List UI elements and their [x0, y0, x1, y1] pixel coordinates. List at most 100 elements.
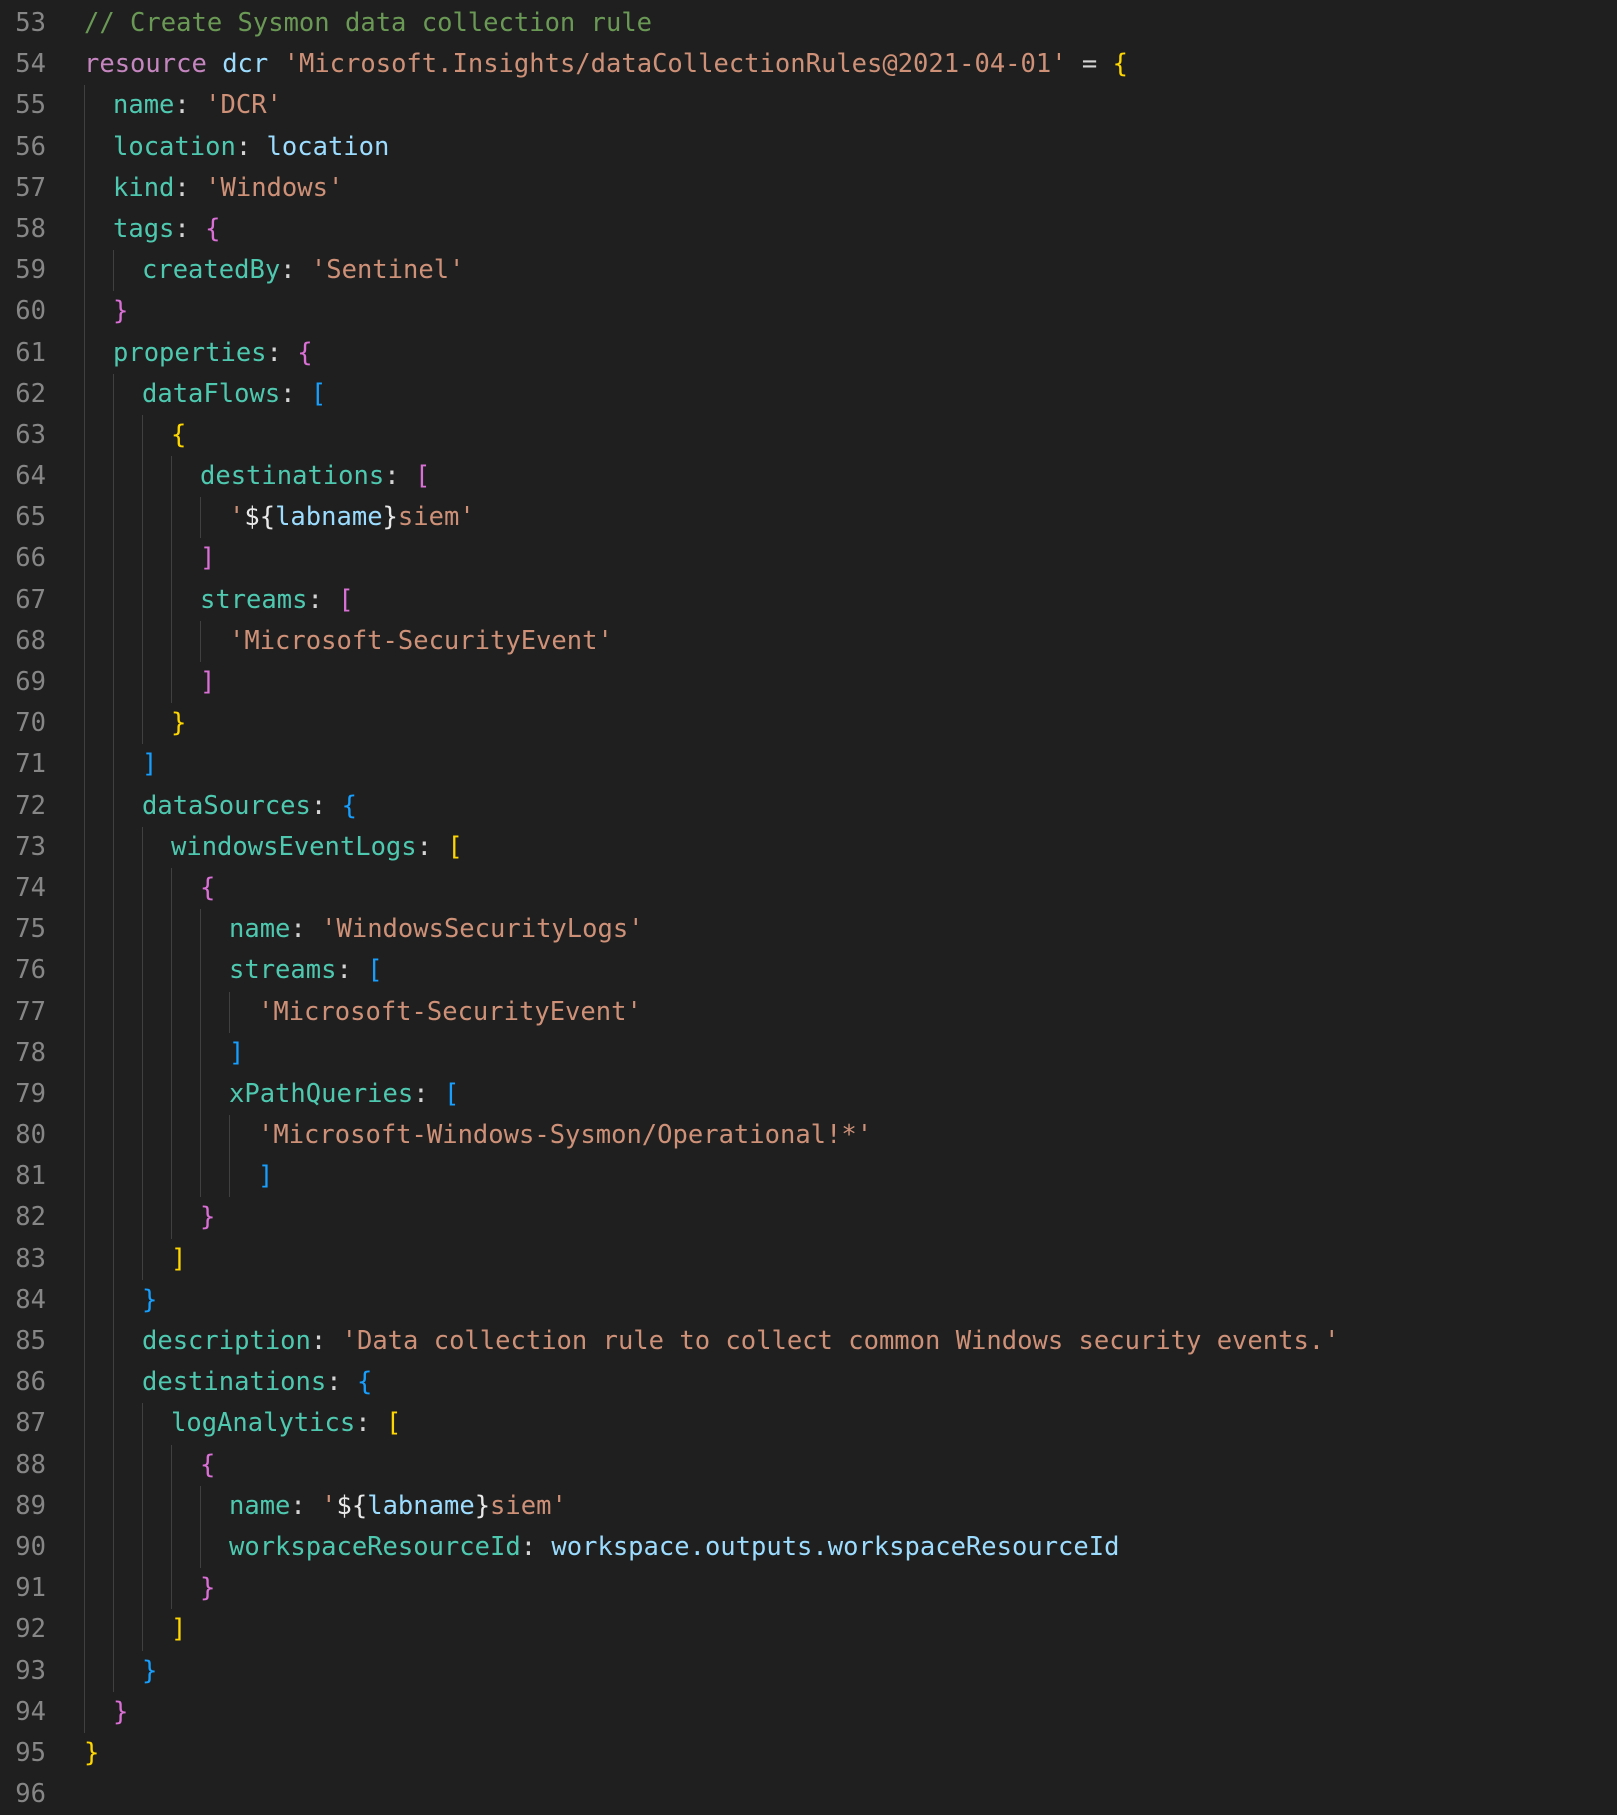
code-line-content[interactable]: workspaceResourceId: workspace.outputs.w… — [62, 1527, 1617, 1568]
code-line-content[interactable]: properties: { — [62, 333, 1617, 374]
line-number: 88 — [0, 1445, 62, 1486]
code-line[interactable]: 96 — [0, 1774, 1617, 1815]
code-line[interactable]: 62dataFlows: [ — [0, 374, 1617, 415]
token: description — [142, 1326, 311, 1356]
code-line[interactable]: 69] — [0, 662, 1617, 703]
code-line[interactable]: 70} — [0, 703, 1617, 744]
code-line-content[interactable]: ] — [62, 1609, 1617, 1650]
code-line[interactable]: 85description: 'Data collection rule to … — [0, 1321, 1617, 1362]
code-line[interactable]: 80'Microsoft-Windows-Sysmon/Operational!… — [0, 1115, 1617, 1156]
code-line[interactable]: 82} — [0, 1197, 1617, 1238]
code-line[interactable]: 79xPathQueries: [ — [0, 1074, 1617, 1115]
code-line-content[interactable]: ] — [62, 538, 1617, 579]
code-line[interactable]: 58tags: { — [0, 209, 1617, 250]
code-line-content[interactable]: { — [62, 868, 1617, 909]
code-line-content[interactable]: } — [62, 1692, 1617, 1733]
code-line-content[interactable] — [62, 1774, 1617, 1815]
code-line[interactable]: 83] — [0, 1239, 1617, 1280]
code-line-content[interactable]: name: 'WindowsSecurityLogs' — [62, 909, 1617, 950]
code-line-content[interactable]: name: 'DCR' — [62, 85, 1617, 126]
code-line[interactable]: 94} — [0, 1692, 1617, 1733]
code-line-content[interactable]: destinations: { — [62, 1362, 1617, 1403]
code-line-content[interactable]: ] — [62, 744, 1617, 785]
code-line[interactable]: 73windowsEventLogs: [ — [0, 827, 1617, 868]
code-line[interactable]: 76streams: [ — [0, 950, 1617, 991]
code-line[interactable]: 88{ — [0, 1445, 1617, 1486]
code-line[interactable]: 56location: location — [0, 127, 1617, 168]
code-line-content[interactable]: ] — [62, 1033, 1617, 1074]
code-line-content[interactable]: // Create Sysmon data collection rule — [62, 3, 1617, 44]
token: } — [383, 502, 398, 532]
code-line[interactable]: 53// Create Sysmon data collection rule — [0, 3, 1617, 44]
code-line-content[interactable]: destinations: [ — [62, 456, 1617, 497]
code-line-content[interactable]: } — [62, 1651, 1617, 1692]
code-line-content[interactable]: kind: 'Windows' — [62, 168, 1617, 209]
code-line-content[interactable]: { — [62, 415, 1617, 456]
code-line[interactable]: 81] — [0, 1156, 1617, 1197]
token: : — [326, 1367, 357, 1397]
code-line-content[interactable]: description: 'Data collection rule to co… — [62, 1321, 1617, 1362]
code-line[interactable]: 63{ — [0, 415, 1617, 456]
code-line-content[interactable]: } — [62, 291, 1617, 332]
code-line-content[interactable]: ] — [62, 662, 1617, 703]
code-line[interactable]: 95} — [0, 1733, 1617, 1774]
code-line[interactable]: 92] — [0, 1609, 1617, 1650]
code-line[interactable]: 61properties: { — [0, 333, 1617, 374]
line-number: 80 — [0, 1115, 62, 1156]
code-line-content[interactable]: name: '${labname}siem' — [62, 1486, 1617, 1527]
code-line-content[interactable]: resource dcr 'Microsoft.Insights/dataCol… — [62, 44, 1617, 85]
code-line-content[interactable]: createdBy: 'Sentinel' — [62, 250, 1617, 291]
code-line[interactable]: 75name: 'WindowsSecurityLogs' — [0, 909, 1617, 950]
code-tokens: ] — [84, 1156, 1617, 1197]
code-line-content[interactable]: } — [62, 1197, 1617, 1238]
code-line-content[interactable]: streams: [ — [62, 580, 1617, 621]
code-line[interactable]: 67streams: [ — [0, 580, 1617, 621]
code-line[interactable]: 54resource dcr 'Microsoft.Insights/dataC… — [0, 44, 1617, 85]
code-line-content[interactable]: 'Microsoft-Windows-Sysmon/Operational!*' — [62, 1115, 1617, 1156]
code-line-content[interactable]: logAnalytics: [ — [62, 1403, 1617, 1444]
code-line-content[interactable]: } — [62, 1733, 1617, 1774]
code-line-content[interactable]: ] — [62, 1156, 1617, 1197]
code-line[interactable]: 65'${labname}siem' — [0, 497, 1617, 538]
code-line[interactable]: 59createdBy: 'Sentinel' — [0, 250, 1617, 291]
code-editor[interactable]: 53// Create Sysmon data collection rule5… — [0, 0, 1617, 1814]
code-line[interactable]: 90workspaceResourceId: workspace.outputs… — [0, 1527, 1617, 1568]
code-line[interactable]: 72dataSources: { — [0, 786, 1617, 827]
code-line-content[interactable]: { — [62, 1445, 1617, 1486]
code-line-content[interactable]: } — [62, 703, 1617, 744]
token: dataFlows — [142, 379, 280, 409]
code-line-content[interactable]: tags: { — [62, 209, 1617, 250]
code-line[interactable]: 71] — [0, 744, 1617, 785]
line-number: 66 — [0, 538, 62, 579]
code-line-content[interactable]: '${labname}siem' — [62, 497, 1617, 538]
code-line[interactable]: 77'Microsoft-SecurityEvent' — [0, 992, 1617, 1033]
code-line-content[interactable]: 'Microsoft-SecurityEvent' — [62, 992, 1617, 1033]
code-line-content[interactable]: streams: [ — [62, 950, 1617, 991]
code-line[interactable]: 74{ — [0, 868, 1617, 909]
code-line-content[interactable]: 'Microsoft-SecurityEvent' — [62, 621, 1617, 662]
code-line[interactable]: 57kind: 'Windows' — [0, 168, 1617, 209]
token: ] — [171, 1244, 186, 1274]
token: { — [205, 214, 220, 244]
code-line-content[interactable]: dataSources: { — [62, 786, 1617, 827]
code-line-content[interactable]: windowsEventLogs: [ — [62, 827, 1617, 868]
code-line[interactable]: 84} — [0, 1280, 1617, 1321]
code-line[interactable]: 78] — [0, 1033, 1617, 1074]
code-line[interactable]: 87logAnalytics: [ — [0, 1403, 1617, 1444]
code-line[interactable]: 68'Microsoft-SecurityEvent' — [0, 621, 1617, 662]
code-line[interactable]: 60} — [0, 291, 1617, 332]
code-line[interactable]: 66] — [0, 538, 1617, 579]
code-line[interactable]: 91} — [0, 1568, 1617, 1609]
code-line[interactable]: 89name: '${labname}siem' — [0, 1486, 1617, 1527]
code-line-content[interactable]: ] — [62, 1239, 1617, 1280]
code-line[interactable]: 93} — [0, 1651, 1617, 1692]
code-line[interactable]: 86destinations: { — [0, 1362, 1617, 1403]
code-line-content[interactable]: dataFlows: [ — [62, 374, 1617, 415]
code-line-content[interactable]: } — [62, 1568, 1617, 1609]
code-line[interactable]: 55name: 'DCR' — [0, 85, 1617, 126]
code-line-content[interactable]: location: location — [62, 127, 1617, 168]
code-line-content[interactable]: xPathQueries: [ — [62, 1074, 1617, 1115]
code-line-content[interactable]: } — [62, 1280, 1617, 1321]
token: streams — [200, 585, 307, 615]
code-line[interactable]: 64destinations: [ — [0, 456, 1617, 497]
